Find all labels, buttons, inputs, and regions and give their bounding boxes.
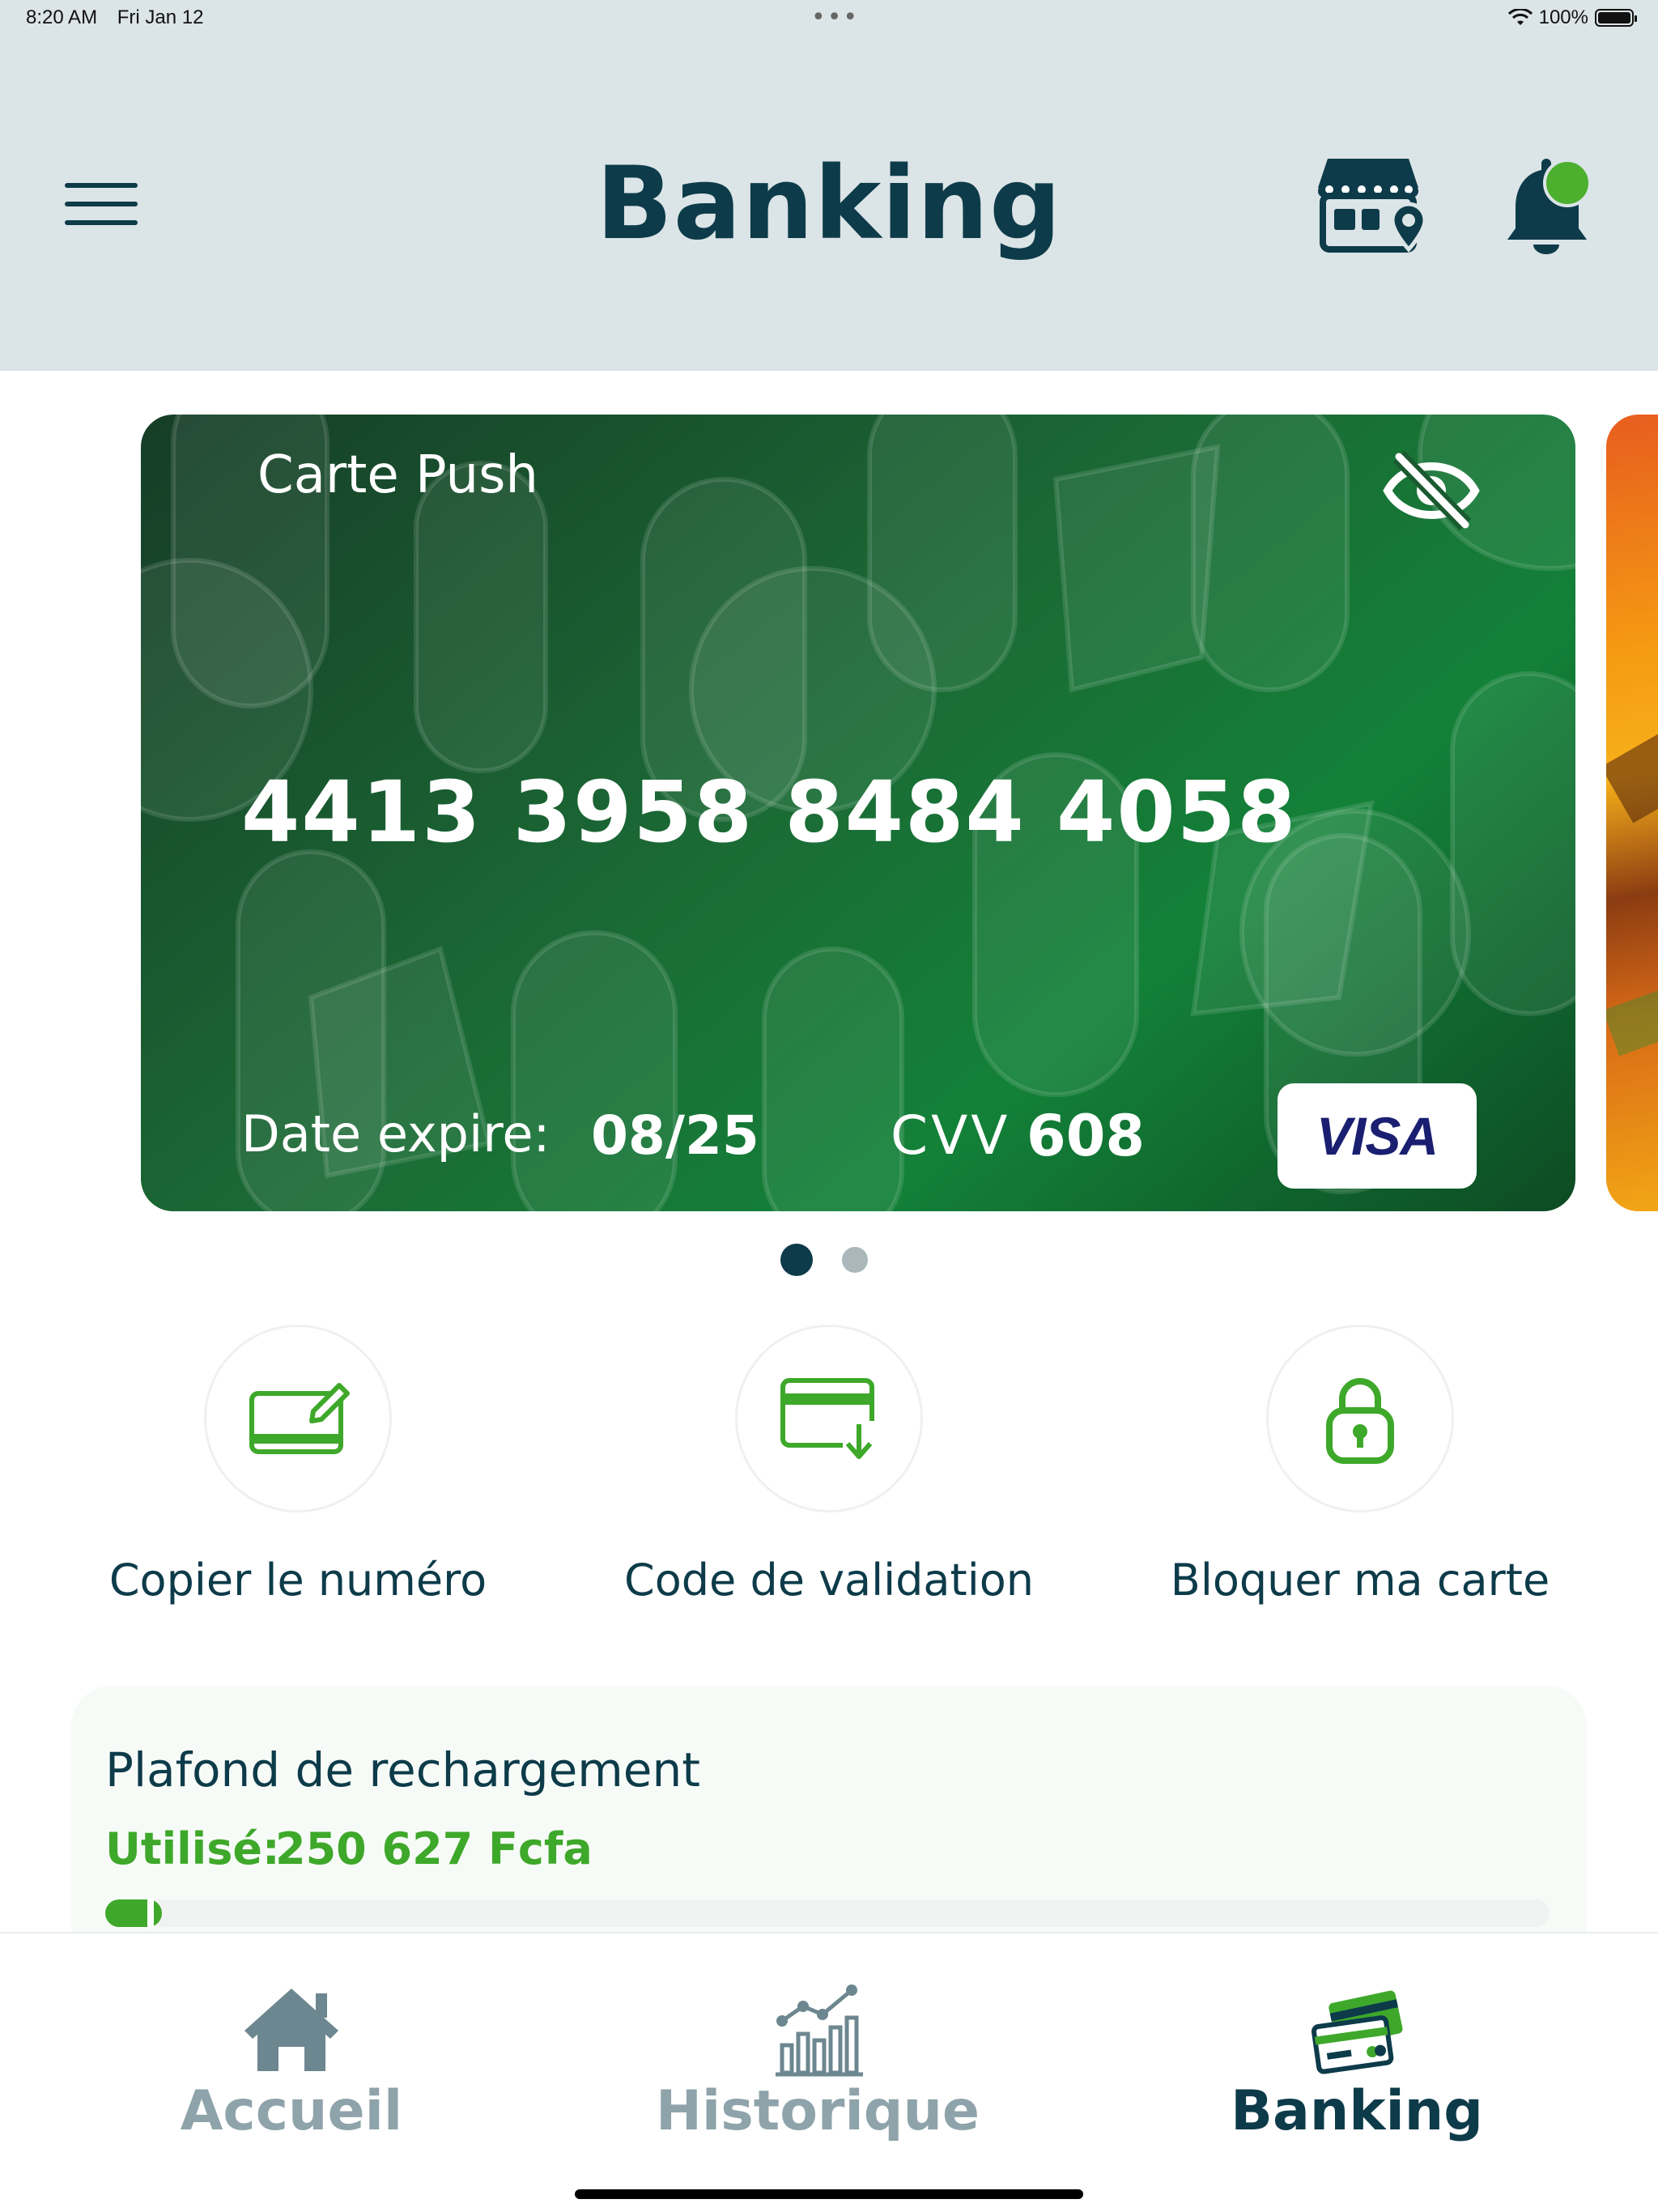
eye-slash-icon[interactable] <box>1381 450 1482 531</box>
lock-icon <box>1326 1378 1394 1464</box>
carousel-dot-1[interactable] <box>780 1244 813 1276</box>
used-label: Utilisé: <box>105 1823 280 1874</box>
card-edit-icon <box>249 1383 350 1454</box>
battery-percent: 100% <box>1538 6 1588 28</box>
validation-code-label: Code de validation <box>624 1555 1034 1606</box>
tab-historique-label: Historique <box>656 2079 980 2143</box>
card-brand: VISA <box>1316 1106 1439 1166</box>
block-card-button[interactable]: Bloquer ma carte <box>1133 1325 1587 1606</box>
notification-dot <box>1543 159 1592 207</box>
tab-accueil[interactable]: Accueil <box>65 1982 518 2143</box>
home-indicator[interactable] <box>575 2189 1083 2199</box>
battery-icon <box>1595 9 1637 27</box>
status-bar-left: 8:20 AM Fri Jan 12 <box>26 6 218 29</box>
block-card-icon-circle[interactable] <box>1266 1325 1454 1512</box>
header: 8:20 AM Fri Jan 12 ••• 100% Banking <box>0 0 1658 371</box>
chart-icon <box>776 1984 863 2077</box>
tab-historique[interactable]: Historique <box>591 1982 1044 2143</box>
carousel-pagination <box>780 1244 868 1276</box>
tab-accueil-label: Accueil <box>180 2079 403 2143</box>
validation-code-icon-circle[interactable] <box>735 1325 923 1512</box>
carousel-dot-2[interactable] <box>842 1247 868 1273</box>
recharge-limit-progress <box>105 1898 1550 1929</box>
expiry-label: Date expire: <box>241 1104 551 1163</box>
status-bar-right: 100% <box>1507 6 1637 29</box>
recharge-limit-progress-fill <box>105 1898 162 1929</box>
tab-banking[interactable]: Banking <box>1130 1982 1584 2143</box>
copy-number-button[interactable]: Copier le numéro <box>71 1325 525 1606</box>
copy-number-icon-circle[interactable] <box>204 1325 392 1512</box>
card-number[interactable]: 4413 3958 8484 4058 <box>241 763 1297 861</box>
expiry-value: 08/25 <box>591 1104 759 1167</box>
copy-number-label: Copier le numéro <box>108 1555 487 1606</box>
next-card-preview[interactable] <box>1606 415 1658 1211</box>
cvv-label: CVV <box>891 1104 1011 1167</box>
card-name: Carte Push <box>257 445 538 505</box>
bottom-tab-bar: Accueil Historique Banking <box>0 1932 1658 2212</box>
recharge-limit-title: Plafond de rechargement <box>105 1742 700 1797</box>
used-amount: 250 627 Fcfa <box>275 1823 593 1874</box>
home-icon <box>244 1989 338 2071</box>
bell-icon[interactable] <box>1496 155 1593 261</box>
multitasking-dots-icon[interactable]: ••• <box>811 3 859 32</box>
store-locator-icon[interactable] <box>1313 152 1423 257</box>
wifi-icon <box>1507 9 1533 25</box>
visa-logo: VISA <box>1278 1083 1477 1189</box>
tab-banking-label: Banking <box>1231 2079 1483 2143</box>
cvv-value: 608 <box>1027 1103 1146 1169</box>
validation-code-button[interactable]: Code de validation <box>602 1325 1056 1606</box>
cards-icon <box>1311 1990 1403 2074</box>
status-time: 8:20 AM <box>26 6 98 28</box>
block-card-label: Bloquer ma carte <box>1170 1555 1550 1606</box>
status-date: Fri Jan 12 <box>117 6 204 28</box>
card-download-icon <box>780 1378 875 1459</box>
bank-card[interactable]: Carte Push 4413 3958 8484 4058 Date expi… <box>141 415 1575 1211</box>
